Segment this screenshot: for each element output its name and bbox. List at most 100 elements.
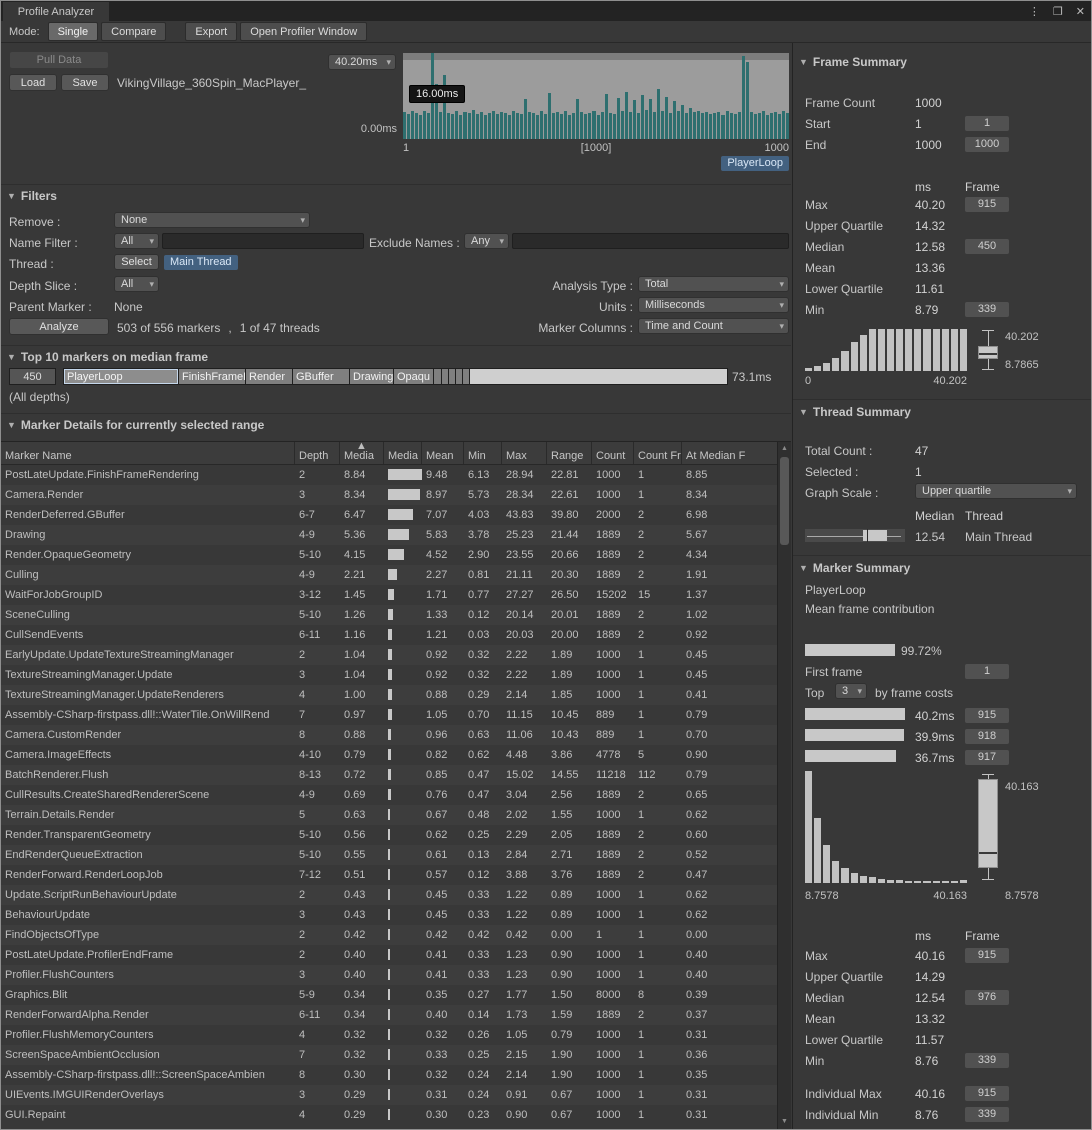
table-row[interactable]: Assembly-CSharp-firstpass.dll!::WaterTil… <box>1 705 778 725</box>
column-header[interactable]: Max <box>502 442 547 464</box>
top10-segment[interactable]: GBuffer <box>293 369 350 384</box>
table-row[interactable]: WaitForJobGroupID3-121.451.710.7727.2726… <box>1 585 778 605</box>
frame-summary-foldout[interactable]: ▼ Frame Summary <box>799 55 907 69</box>
save-button[interactable]: Save <box>61 74 109 91</box>
marker-details-foldout[interactable]: ▼ Marker Details for currently selected … <box>7 418 264 432</box>
first-frame-badge[interactable]: 1 <box>965 664 1009 679</box>
frame-jump-badge[interactable]: 915 <box>965 708 1009 723</box>
table-row[interactable]: BatchRenderer.Flush8-130.720.850.4715.02… <box>1 765 778 785</box>
table-row[interactable]: CullSendEvents6-111.161.210.0320.0320.00… <box>1 625 778 645</box>
name-filter-mode-dropdown[interactable]: All▾ <box>114 233 159 249</box>
table-row[interactable]: Camera.CustomRender80.880.960.6311.0610.… <box>1 725 778 745</box>
exclude-names-input[interactable] <box>512 233 789 249</box>
restore-window-icon[interactable]: ❐ <box>1053 5 1063 18</box>
column-header[interactable]: Range <box>547 442 592 464</box>
top10-segment[interactable]: FinishFrameR <box>179 369 246 384</box>
table-row[interactable]: BehaviourUpdate30.430.450.331.220.891000… <box>1 905 778 925</box>
column-header[interactable]: ▲Media <box>340 442 384 464</box>
table-row[interactable]: Profiler.FlushCounters30.400.410.331.230… <box>1 965 778 985</box>
open-profiler-window-button[interactable]: Open Profiler Window <box>240 22 367 41</box>
scroll-down-icon[interactable]: ▼ <box>778 1116 791 1128</box>
frame-jump-badge[interactable]: 450 <box>965 239 1009 254</box>
analysis-type-dropdown[interactable]: Total▾ <box>638 276 789 292</box>
table-row[interactable]: Camera.Render38.348.975.7328.3422.611000… <box>1 485 778 505</box>
column-header[interactable]: Media <box>384 442 422 464</box>
name-filter-input[interactable] <box>162 233 364 249</box>
exclude-mode-dropdown[interactable]: Any▾ <box>464 233 509 249</box>
thread-summary-foldout[interactable]: ▼ Thread Summary <box>799 405 911 419</box>
mode-single-button[interactable]: Single <box>48 22 99 41</box>
column-header[interactable]: Count Fra <box>634 442 682 464</box>
column-header[interactable]: Count <box>592 442 634 464</box>
thread-select-button[interactable]: Select <box>114 254 159 270</box>
depth-slice-dropdown[interactable]: All▾ <box>114 276 159 292</box>
graph-scale-dropdown[interactable]: Upper quartile▾ <box>915 483 1077 499</box>
top10-segment[interactable] <box>463 369 470 384</box>
mode-compare-button[interactable]: Compare <box>101 22 166 41</box>
top10-segment[interactable] <box>434 369 442 384</box>
column-header[interactable]: Marker Name <box>1 442 295 464</box>
table-row[interactable]: Drawing4-95.365.833.7825.2321.44188925.6… <box>1 525 778 545</box>
top10-segment[interactable]: Drawing <box>350 369 394 384</box>
table-row[interactable]: RenderDeferred.GBuffer6-76.477.074.0343.… <box>1 505 778 525</box>
table-row[interactable]: PostLateUpdate.FinishFrameRendering28.84… <box>1 465 778 485</box>
window-tab-profile-analyzer[interactable]: Profile Analyzer <box>3 2 109 21</box>
pull-data-button[interactable]: Pull Data <box>9 51 109 69</box>
top10-foldout[interactable]: ▼ Top 10 markers on median frame <box>7 350 208 364</box>
context-menu-icon[interactable]: ⋮ <box>1029 5 1040 18</box>
table-row[interactable]: ScreenSpaceAmbientOcclusion70.320.330.25… <box>1 1045 778 1065</box>
analyze-button[interactable]: Analyze <box>9 318 109 335</box>
table-row[interactable]: SceneCulling5-101.261.330.1220.1420.0118… <box>1 605 778 625</box>
table-row[interactable]: UIEvents.IMGUIRenderOverlays30.290.310.2… <box>1 1085 778 1105</box>
table-row[interactable]: Culling4-92.212.270.8121.1120.30188921.9… <box>1 565 778 585</box>
frame-jump-badge[interactable]: 339 <box>965 1053 1009 1068</box>
table-row[interactable]: RenderForwardAlpha.Render6-110.340.400.1… <box>1 1005 778 1025</box>
frame-jump-badge[interactable]: 1 <box>965 116 1009 131</box>
table-scrollbar[interactable]: ▲ ▼ <box>777 442 791 1129</box>
frame-jump-badge[interactable]: 915 <box>965 1086 1009 1101</box>
column-header[interactable]: Depth <box>295 442 340 464</box>
top10-segment[interactable] <box>442 369 449 384</box>
top10-segment[interactable] <box>449 369 456 384</box>
column-header[interactable]: Min <box>464 442 502 464</box>
top10-bar[interactable]: PlayerLoopFinishFrameRRenderGBufferDrawi… <box>63 368 728 385</box>
table-row[interactable]: Update.ScriptRunBehaviourUpdate20.430.45… <box>1 885 778 905</box>
frame-jump-badge[interactable]: 339 <box>965 302 1009 317</box>
filters-foldout[interactable]: ▼ Filters <box>7 189 57 203</box>
frame-jump-badge[interactable]: 1000 <box>965 137 1009 152</box>
table-row[interactable]: EarlyUpdate.UpdateTextureStreamingManage… <box>1 645 778 665</box>
table-row[interactable]: CullResults.CreateSharedRendererScene4-9… <box>1 785 778 805</box>
frame-jump-badge[interactable]: 976 <box>965 990 1009 1005</box>
table-row[interactable]: Camera.ImageEffects4-100.790.820.624.483… <box>1 745 778 765</box>
scroll-up-icon[interactable]: ▲ <box>778 443 791 455</box>
frame-time-chart[interactable]: 16.00ms <box>403 53 789 139</box>
top10-segment[interactable]: PlayerLoop <box>64 369 179 384</box>
table-row[interactable]: Graphics.Blit5-90.340.350.271.771.508000… <box>1 985 778 1005</box>
top10-segment[interactable]: Render <box>246 369 293 384</box>
column-header[interactable]: Mean <box>422 442 464 464</box>
table-row[interactable]: Assembly-CSharp-firstpass.dll!::ScreenSp… <box>1 1065 778 1085</box>
frame-jump-badge[interactable]: 915 <box>965 948 1009 963</box>
scroll-thumb[interactable] <box>780 457 789 545</box>
close-window-icon[interactable]: ✕ <box>1076 5 1085 18</box>
table-row[interactable]: PostLateUpdate.ProfilerEndFrame20.400.41… <box>1 945 778 965</box>
marker-columns-dropdown[interactable]: Time and Count▾ <box>638 318 789 334</box>
units-dropdown[interactable]: Milliseconds▾ <box>638 297 789 313</box>
frame-jump-badge[interactable]: 339 <box>965 1107 1009 1122</box>
top-n-dropdown[interactable]: 3▾ <box>835 683 867 699</box>
load-button[interactable]: Load <box>9 74 57 91</box>
top10-segment[interactable] <box>456 369 463 384</box>
table-row[interactable]: EndRenderQueueExtraction5-100.550.610.13… <box>1 845 778 865</box>
remove-filter-dropdown[interactable]: None▾ <box>114 212 310 228</box>
table-row[interactable]: TextureStreamingManager.Update31.040.920… <box>1 665 778 685</box>
marker-summary-foldout[interactable]: ▼ Marker Summary <box>799 561 910 575</box>
table-row[interactable]: TextureStreamingManager.UpdateRenderers4… <box>1 685 778 705</box>
frame-jump-badge[interactable]: 917 <box>965 750 1009 765</box>
table-row[interactable]: Render.TransparentGeometry5-100.560.620.… <box>1 825 778 845</box>
table-row[interactable]: FindObjectsOfType20.420.420.420.420.0011… <box>1 925 778 945</box>
frame-jump-badge[interactable]: 915 <box>965 197 1009 212</box>
export-button[interactable]: Export <box>185 22 237 41</box>
frame-jump-badge[interactable]: 918 <box>965 729 1009 744</box>
top10-segment[interactable]: Opaqu <box>394 369 434 384</box>
y-axis-scale-dropdown[interactable]: 40.20ms ▾ <box>328 54 396 70</box>
